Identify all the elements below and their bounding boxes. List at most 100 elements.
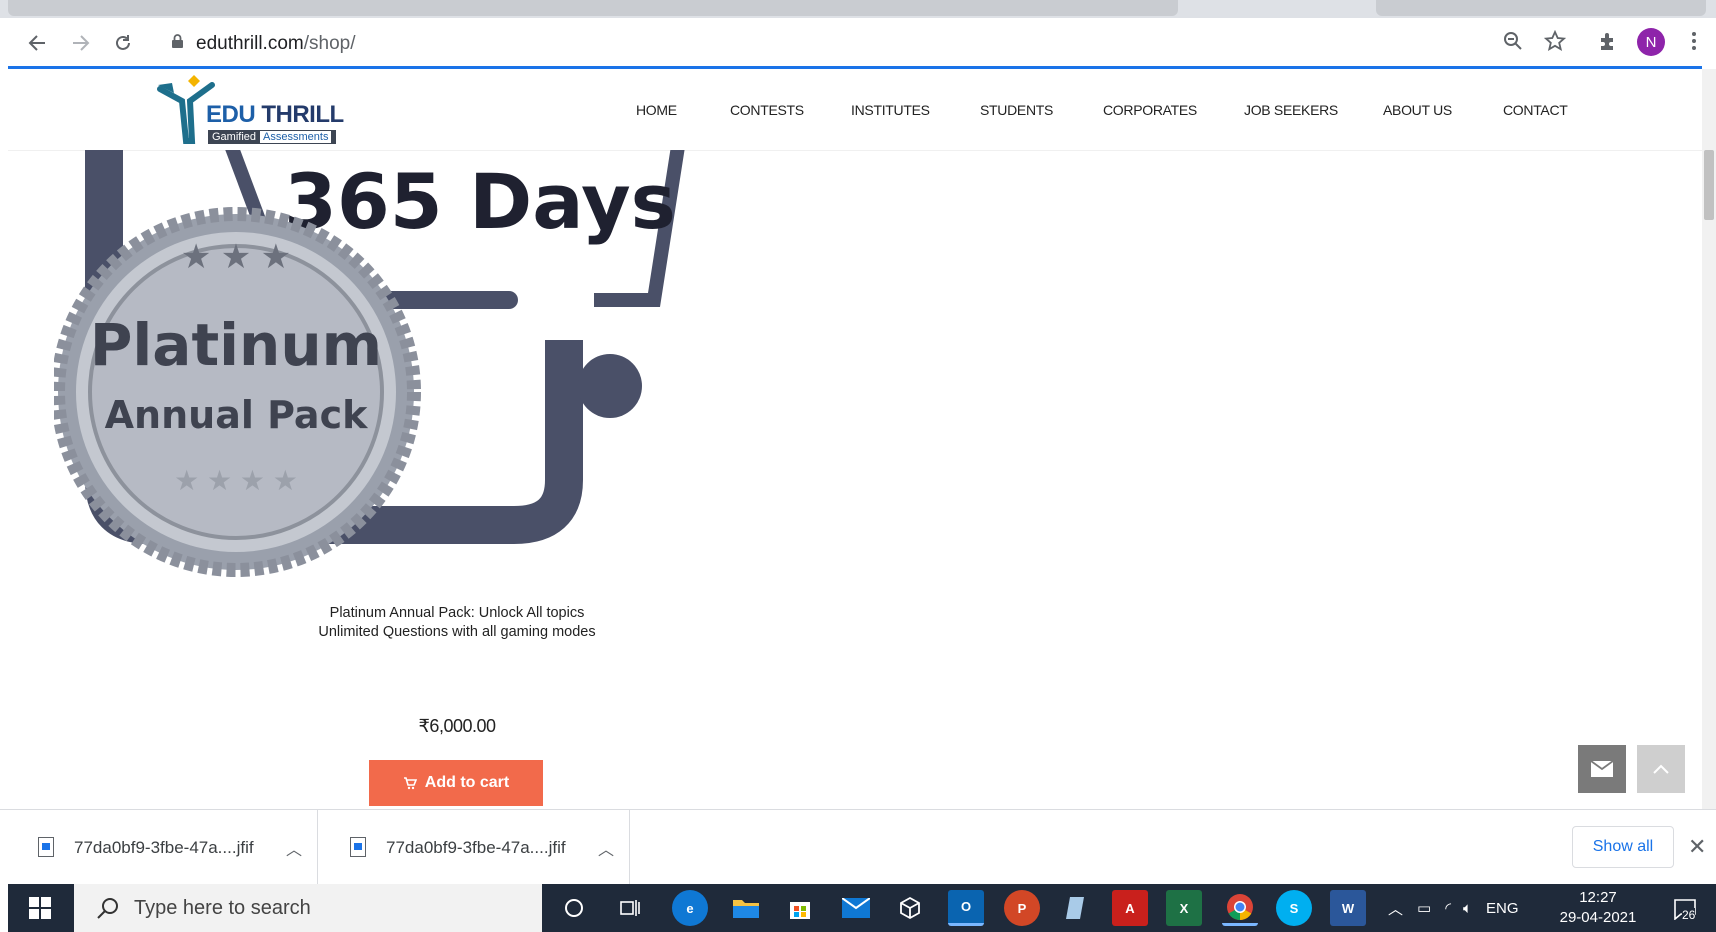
product-title[interactable]: Platinum Annual Pack: Unlock All topics … bbox=[230, 604, 684, 642]
mail-app-icon[interactable] bbox=[838, 890, 874, 926]
scroll-to-top-button[interactable] bbox=[1637, 745, 1685, 793]
extensions-button[interactable] bbox=[1595, 28, 1621, 54]
add-to-cart-label: Add to cart bbox=[424, 774, 510, 791]
browser-tab-strip bbox=[0, 0, 1716, 18]
powerpoint-app-icon[interactable]: P bbox=[1004, 890, 1040, 926]
product-title-line1: Platinum Annual Pack: Unlock All topics bbox=[329, 605, 585, 621]
url-domain: eduthrill.com bbox=[196, 33, 304, 54]
reload-button[interactable] bbox=[110, 30, 136, 56]
3d-viewer-app-icon[interactable] bbox=[892, 890, 928, 926]
forward-button[interactable] bbox=[68, 30, 94, 56]
url-text: eduthrill.com/shop/ bbox=[196, 33, 355, 55]
badge-line1: Platinum bbox=[90, 311, 382, 379]
show-all-downloads-button[interactable]: Show all bbox=[1572, 826, 1674, 868]
reload-icon bbox=[116, 35, 130, 50]
page-scrollbar-thumb[interactable] bbox=[1704, 150, 1714, 220]
acrobat-app-icon[interactable]: A bbox=[1112, 890, 1148, 926]
nav-institutes[interactable]: INSTITUTES bbox=[851, 102, 930, 118]
cortana-button[interactable] bbox=[556, 890, 592, 926]
contact-mail-button[interactable] bbox=[1578, 745, 1626, 793]
envelope-icon bbox=[1591, 761, 1613, 777]
nav-home[interactable]: HOME bbox=[636, 102, 677, 118]
edge-app-icon[interactable]: e bbox=[672, 890, 708, 926]
clock-time: 12:27 bbox=[1579, 889, 1617, 906]
image-file-icon bbox=[350, 837, 366, 857]
store-bag-icon bbox=[790, 902, 810, 919]
star-icon bbox=[1544, 30, 1566, 52]
profile-avatar[interactable]: N bbox=[1637, 28, 1665, 56]
chrome-app-icon[interactable] bbox=[1222, 890, 1258, 926]
download-item[interactable]: 77da0bf9-3fbe-47a....jfif ︿ bbox=[8, 810, 318, 885]
image-heading-text: 365 Days bbox=[284, 157, 676, 246]
address-bar[interactable]: eduthrill.com/shop/ bbox=[156, 25, 1716, 59]
product-price: ₹6,000.00 bbox=[418, 716, 496, 736]
cart-icon bbox=[403, 777, 417, 790]
nav-contests[interactable]: CONTESTS bbox=[730, 102, 804, 118]
back-button[interactable] bbox=[24, 30, 50, 56]
windows-logo-icon bbox=[29, 897, 51, 919]
nav-students[interactable]: STUDENTS bbox=[980, 102, 1053, 118]
zoom-button[interactable] bbox=[1500, 28, 1526, 54]
badge-stars-bottom: ★ ★ ★ ★ bbox=[174, 465, 298, 496]
main-navigation: HOME CONTESTS INSTITUTES STUDENTS CORPOR… bbox=[8, 69, 1702, 151]
search-icon bbox=[97, 898, 118, 919]
more-vertical-icon bbox=[1692, 32, 1696, 50]
taskbar-clock[interactable]: 12:27 29-04-2021 bbox=[1548, 888, 1648, 928]
store-app-icon[interactable] bbox=[782, 890, 818, 926]
task-view-icon bbox=[620, 900, 640, 916]
puzzle-icon bbox=[1601, 33, 1613, 50]
add-to-cart-button[interactable]: Add to cart bbox=[369, 760, 543, 806]
battery-icon[interactable]: ▭ bbox=[1417, 899, 1431, 917]
notification-center-button[interactable]: 26 bbox=[1668, 892, 1702, 926]
image-file-icon bbox=[38, 837, 54, 857]
lock-icon bbox=[172, 34, 183, 48]
download-item[interactable]: 77da0bf9-3fbe-47a....jfif ︿ bbox=[320, 810, 630, 885]
clock-date: 29-04-2021 bbox=[1559, 909, 1637, 926]
word-app-icon[interactable]: W bbox=[1330, 890, 1366, 926]
chevron-up-icon[interactable]: ︿ bbox=[598, 836, 614, 860]
url-path: /shop/ bbox=[303, 33, 356, 54]
task-view-button[interactable] bbox=[612, 890, 648, 926]
mail-icon bbox=[842, 898, 870, 918]
skype-app-icon[interactable]: S bbox=[1276, 890, 1312, 926]
nav-corporates[interactable]: CORPORATES bbox=[1103, 102, 1197, 118]
volume-icon[interactable]: 🔈︎ bbox=[1463, 900, 1472, 917]
nav-about-us[interactable]: ABOUT US bbox=[1383, 102, 1452, 118]
nav-job-seekers[interactable]: JOB SEEKERS bbox=[1244, 102, 1338, 118]
zoom-out-icon bbox=[1504, 32, 1522, 50]
windows-taskbar: Type here to search e O P A X S W ︿ ▭ ◜ … bbox=[8, 884, 1716, 932]
chevron-up-icon[interactable]: ︿ bbox=[286, 836, 302, 860]
site-header: EDU THRILL Gamified Assessments HOME CONT… bbox=[8, 69, 1702, 151]
cube-icon bbox=[900, 896, 920, 920]
system-tray: ︿ ▭ ◜ 🔈︎ ENG bbox=[1388, 884, 1519, 932]
product-title-line2: Unlimited Questions with all gaming mode… bbox=[318, 624, 596, 640]
language-indicator[interactable]: ENG bbox=[1486, 900, 1519, 917]
browser-tab[interactable] bbox=[1376, 0, 1706, 16]
browser-tab[interactable] bbox=[8, 0, 1178, 16]
cortana-icon bbox=[565, 899, 583, 917]
product-image[interactable]: 365 Days ★ ★ ★ Platinum Annual Pack ★ ★ … bbox=[54, 150, 694, 580]
chrome-icon bbox=[1227, 893, 1253, 920]
taskbar-search-box[interactable]: Type here to search bbox=[74, 884, 542, 932]
folder-icon bbox=[733, 900, 759, 918]
chevron-up-icon bbox=[1653, 764, 1669, 774]
platinum-seal-badge: ★ ★ ★ Platinum Annual Pack ★ ★ ★ ★ bbox=[54, 207, 421, 577]
start-button[interactable] bbox=[8, 884, 72, 932]
back-arrow-icon bbox=[28, 35, 45, 51]
browser-menu-button[interactable] bbox=[1681, 28, 1707, 54]
notepad-app-icon[interactable] bbox=[1058, 890, 1094, 926]
browser-toolbar: eduthrill.com/shop/ N bbox=[0, 18, 1716, 66]
excel-app-icon[interactable]: X bbox=[1166, 890, 1202, 926]
download-filename: 77da0bf9-3fbe-47a....jfif bbox=[74, 838, 254, 857]
file-explorer-icon[interactable] bbox=[728, 890, 764, 926]
nav-contact[interactable]: CONTACT bbox=[1503, 102, 1568, 118]
close-icon[interactable]: ✕ bbox=[1688, 834, 1706, 860]
badge-line2: Annual Pack bbox=[105, 393, 368, 437]
bookmark-button[interactable] bbox=[1542, 28, 1568, 54]
outlook-app-icon[interactable]: O bbox=[948, 890, 984, 926]
notification-count: 26 bbox=[1682, 908, 1696, 922]
tray-overflow-chevron-icon[interactable]: ︿ bbox=[1388, 898, 1403, 919]
forward-arrow-icon bbox=[73, 35, 90, 51]
download-filename: 77da0bf9-3fbe-47a....jfif bbox=[386, 838, 566, 857]
wifi-icon[interactable]: ◜ bbox=[1445, 899, 1451, 917]
